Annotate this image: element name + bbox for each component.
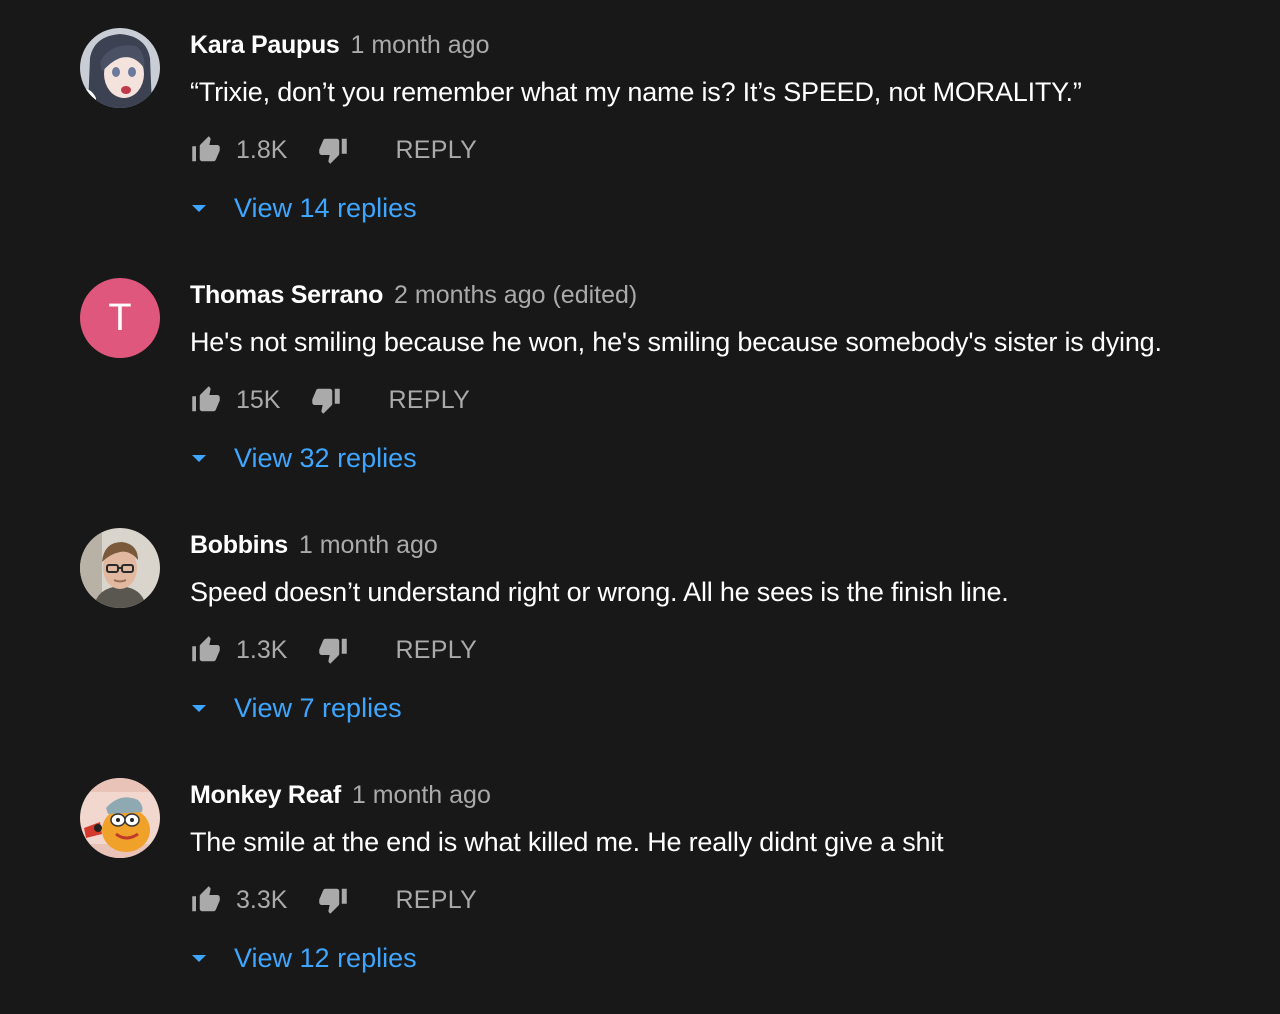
comment-actions: 1.8K REPLY	[190, 130, 477, 170]
comment-header: Thomas Serrano 2 months ago (edited)	[190, 280, 637, 310]
avatar[interactable]	[80, 528, 160, 608]
view-replies-button[interactable]: View 7 replies	[190, 688, 402, 728]
avatar[interactable]	[80, 28, 160, 108]
like-count: 1.8K	[236, 135, 288, 164]
view-replies-label: View 7 replies	[234, 692, 402, 723]
comment-thread: Bobbins 1 month ago Speed doesn’t unders…	[0, 500, 1280, 750]
dislike-button[interactable]	[317, 134, 349, 166]
anime-girl-avatar-icon	[80, 28, 160, 108]
comment-actions: 15K REPLY	[190, 380, 470, 420]
author-name[interactable]: Thomas Serrano	[190, 281, 383, 309]
caret-down-icon	[192, 704, 206, 712]
comment-thread: Kara Paupus 1 month ago “Trixie, don’t y…	[0, 0, 1280, 250]
reply-button[interactable]: REPLY	[388, 386, 470, 415]
like-button[interactable]	[190, 384, 222, 416]
like-count: 15K	[236, 385, 281, 414]
like-count: 3.3K	[236, 885, 288, 914]
comment-timestamp[interactable]: 2 months ago (edited)	[394, 281, 637, 309]
comment-text: Speed doesn’t understand right or wrong.…	[190, 577, 1009, 607]
comment-text: He's not smiling because he won, he's sm…	[190, 327, 1162, 357]
like-button[interactable]	[190, 634, 222, 666]
comment-thread: Monkey Reaf 1 month ago The smile at the…	[0, 750, 1280, 1000]
view-replies-button[interactable]: View 14 replies	[190, 188, 417, 228]
like-button[interactable]	[190, 884, 222, 916]
caret-down-icon	[192, 204, 206, 212]
comment-text: “Trixie, don’t you remember what my name…	[190, 77, 1082, 107]
caret-down-icon	[192, 954, 206, 962]
comment-list: Kara Paupus 1 month ago “Trixie, don’t y…	[0, 0, 1280, 1014]
view-replies-button[interactable]: View 12 replies	[190, 938, 417, 978]
thumbs-up-icon	[192, 636, 220, 662]
reply-button[interactable]: REPLY	[395, 636, 477, 665]
view-replies-label: View 32 replies	[234, 442, 417, 473]
comment-text: The smile at the end is what killed me. …	[190, 827, 944, 857]
thumbs-down-icon	[319, 888, 348, 914]
comment-actions: 1.3K REPLY	[190, 630, 477, 670]
view-replies-button[interactable]: View 32 replies	[190, 438, 417, 478]
comment-header: Bobbins 1 month ago	[190, 530, 438, 560]
thumbs-down-icon	[312, 388, 341, 414]
reply-button[interactable]: REPLY	[395, 136, 477, 165]
person-with-glasses-avatar-icon	[80, 528, 160, 608]
comment-timestamp[interactable]: 1 month ago	[352, 781, 491, 809]
thumbs-up-icon	[192, 386, 220, 412]
view-replies-label: View 12 replies	[234, 942, 417, 973]
caret-down-icon	[192, 454, 206, 462]
author-name[interactable]: Monkey Reaf	[190, 781, 341, 809]
dislike-button[interactable]	[317, 634, 349, 666]
comment-header: Kara Paupus 1 month ago	[190, 30, 490, 60]
avatar[interactable]: T	[80, 278, 160, 358]
avatar[interactable]	[80, 778, 160, 858]
dislike-button[interactable]	[310, 384, 342, 416]
view-replies-label: View 14 replies	[234, 192, 417, 223]
comment-timestamp[interactable]: 1 month ago	[351, 31, 490, 59]
author-name[interactable]: Bobbins	[190, 531, 288, 559]
reply-button[interactable]: REPLY	[395, 886, 477, 915]
comment-timestamp[interactable]: 1 month ago	[299, 531, 438, 559]
comment-header: Monkey Reaf 1 month ago	[190, 780, 491, 810]
cartoon-bird-avatar-icon	[80, 778, 160, 858]
letter-avatar: T	[80, 278, 160, 358]
like-button[interactable]	[190, 134, 222, 166]
author-name[interactable]: Kara Paupus	[190, 31, 340, 59]
thumbs-up-icon	[192, 886, 220, 912]
like-count: 1.3K	[236, 635, 288, 664]
thumbs-up-icon	[192, 136, 220, 162]
dislike-button[interactable]	[317, 884, 349, 916]
thumbs-down-icon	[319, 138, 348, 164]
thumbs-down-icon	[319, 638, 348, 664]
comment-thread: T Thomas Serrano 2 months ago (edited) H…	[0, 250, 1280, 500]
comment-actions: 3.3K REPLY	[190, 880, 477, 920]
